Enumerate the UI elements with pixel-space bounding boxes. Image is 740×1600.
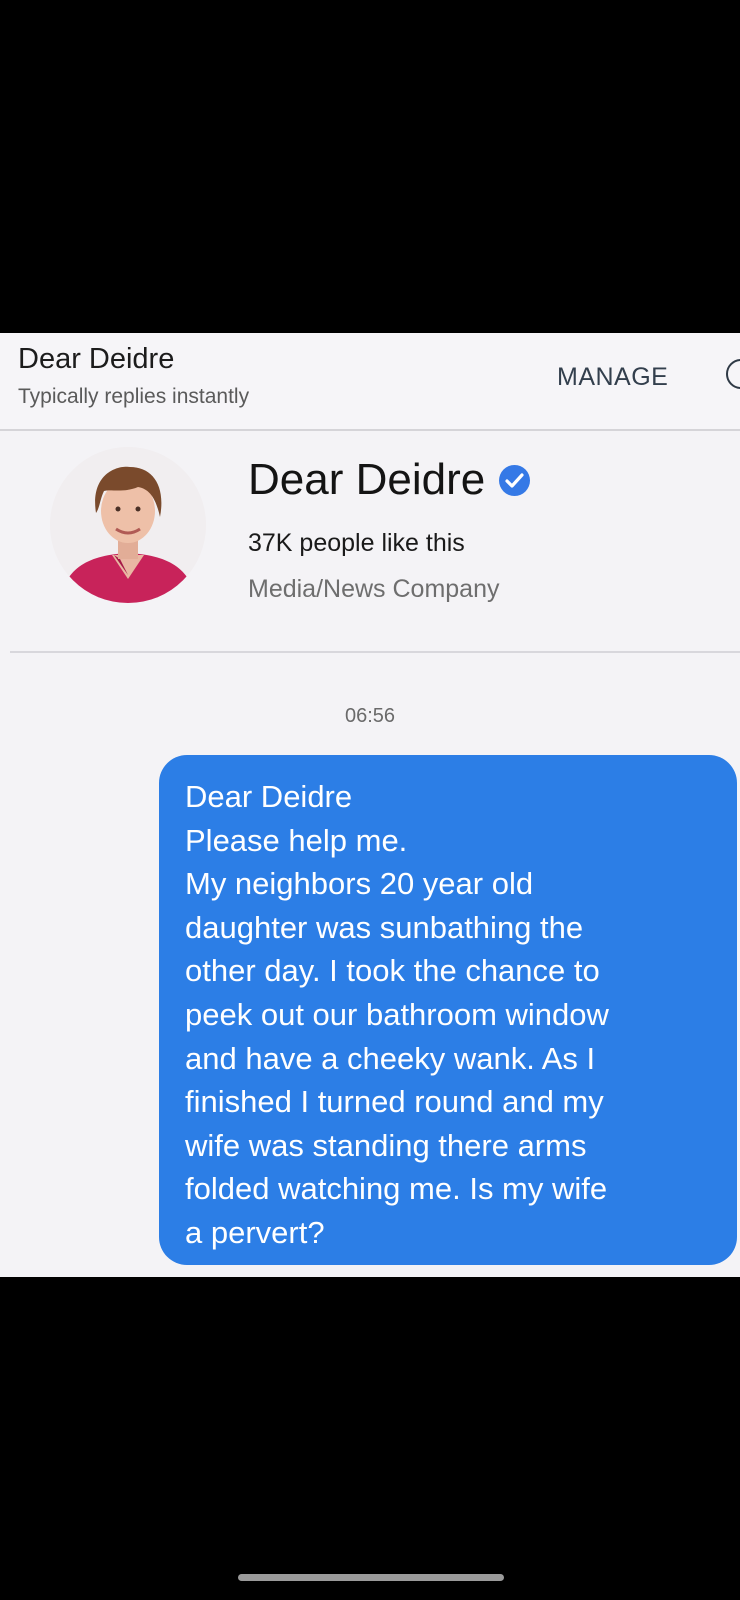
profile-name[interactable]: Dear Deidre — [248, 455, 531, 505]
header-title: Dear Deidre — [18, 343, 175, 375]
person-portrait-icon — [50, 447, 206, 603]
message-line: wife was standing there arms — [185, 1127, 587, 1163]
message-line: finished I turned round and my — [185, 1084, 604, 1120]
profile-card: Dear Deidre 37K people like this Media/N… — [0, 431, 740, 653]
likes-count: 37K people like this — [248, 529, 465, 557]
more-options-icon[interactable] — [726, 359, 740, 389]
profile-name-text: Dear Deidre — [248, 455, 486, 504]
divider — [10, 651, 740, 653]
outgoing-message-bubble[interactable]: Dear Deidre Please help me. My neighbors… — [159, 755, 737, 1265]
home-indicator[interactable] — [238, 1574, 504, 1581]
header-subtitle: Typically replies instantly — [18, 385, 250, 408]
message-line: Please help me. — [185, 822, 408, 858]
message-line: daughter was sunbathing the — [185, 909, 584, 945]
avatar[interactable] — [50, 447, 206, 603]
message-line: folded watching me. Is my wife — [185, 1171, 608, 1207]
chat-screen: Dear Deidre Typically replies instantly … — [0, 333, 740, 1277]
message-line: peek out our bathroom window — [185, 996, 609, 1032]
verified-check-icon — [499, 464, 531, 496]
message-line: My neighbors 20 year old — [185, 866, 534, 902]
manage-button[interactable]: MANAGE — [557, 363, 668, 392]
page-category: Media/News Company — [248, 575, 500, 603]
message-line: a pervert? — [185, 1214, 325, 1250]
message-line: Dear Deidre — [185, 779, 353, 814]
message-line: and have a cheeky wank. As I — [185, 1040, 596, 1076]
message-line: other day. I took the chance to — [185, 953, 600, 989]
message-timestamp: 06:56 — [344, 705, 396, 727]
chat-header: Dear Deidre Typically replies instantly … — [0, 333, 740, 431]
